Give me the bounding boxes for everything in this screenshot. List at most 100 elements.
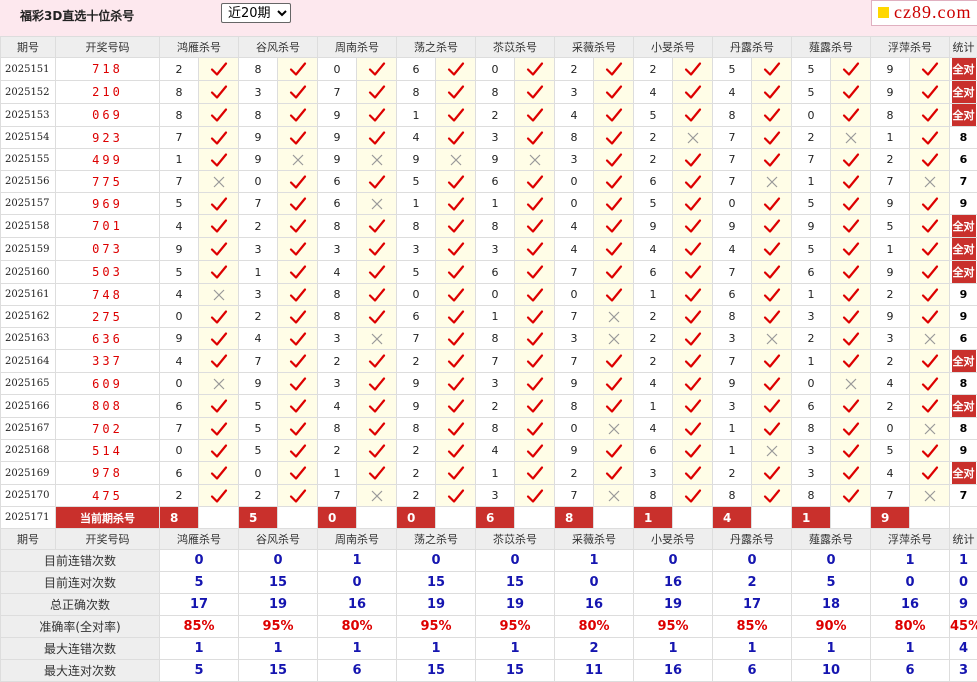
summary-value: 16	[318, 594, 397, 616]
header-expert[interactable]: 谷风杀号	[239, 37, 318, 58]
kill-number: 0	[160, 306, 199, 328]
header-expert[interactable]: 薤露杀号	[792, 529, 871, 550]
kill-number: 3	[634, 462, 673, 485]
header-expert[interactable]: 丹露杀号	[713, 529, 792, 550]
header-expert[interactable]: 周南杀号	[318, 529, 397, 550]
result-mark	[594, 284, 634, 306]
kill-number: 2	[397, 440, 436, 462]
kill-number: 5	[634, 193, 673, 215]
result-mark	[910, 328, 950, 350]
full-correct-badge: 全对	[952, 350, 976, 372]
header-expert[interactable]: 薤露杀号	[792, 37, 871, 58]
check-icon	[357, 130, 396, 146]
draw-numbers: 748	[56, 284, 160, 306]
kill-number: 9	[713, 215, 752, 238]
header-expert[interactable]: 苶苡杀号	[476, 529, 555, 550]
header-expert[interactable]: 荡之杀号	[397, 37, 476, 58]
header-row: 期号开奖号码鸿雁杀号谷风杀号周南杀号荡之杀号苶苡杀号采薇杀号小旻杀号丹露杀号薤露…	[1, 37, 977, 58]
logo-text: cz89.com	[894, 2, 971, 23]
check-icon	[752, 61, 791, 77]
check-icon	[594, 152, 633, 168]
summary-value: 1	[634, 638, 713, 660]
check-icon	[910, 443, 949, 459]
check-icon	[752, 264, 791, 280]
check-icon	[515, 398, 554, 414]
result-mark	[199, 395, 239, 418]
check-icon	[752, 421, 791, 437]
check-icon	[278, 309, 317, 325]
result-mark	[831, 306, 871, 328]
check-icon	[278, 488, 317, 504]
period-cell: 2025170	[1, 485, 56, 507]
result-mark	[436, 149, 476, 171]
header-expert[interactable]: 小旻杀号	[634, 37, 713, 58]
header-expert[interactable]: 周南杀号	[318, 37, 397, 58]
period-select[interactable]: 近20期	[221, 3, 291, 23]
result-mark	[357, 350, 397, 373]
result-mark	[752, 58, 792, 81]
check-icon	[278, 376, 317, 392]
check-icon	[436, 443, 475, 459]
summary-row: 最大连错次数11111211114	[1, 638, 977, 660]
check-icon	[831, 152, 870, 168]
summary-value: 6	[871, 660, 950, 682]
draw-numbers: 069	[56, 104, 160, 127]
check-icon	[594, 443, 633, 459]
header-expert[interactable]: 谷风杀号	[239, 529, 318, 550]
period-cell: 2025152	[1, 81, 56, 104]
header-expert[interactable]: 采薇杀号	[555, 529, 634, 550]
check-icon	[278, 196, 317, 212]
result-mark	[910, 284, 950, 306]
kill-number: 9	[160, 238, 199, 261]
result-mark	[278, 193, 318, 215]
check-icon	[278, 331, 317, 347]
header-expert[interactable]: 丹露杀号	[713, 37, 792, 58]
kill-number: 4	[634, 238, 673, 261]
result-mark	[278, 462, 318, 485]
summary-row: 目前连对次数515015150162500	[1, 572, 977, 594]
header-expert[interactable]: 浮萍杀号	[871, 529, 950, 550]
draw-numbers: 475	[56, 485, 160, 507]
check-icon	[357, 287, 396, 303]
kill-number: 8	[239, 58, 278, 81]
kill-number: 5	[634, 104, 673, 127]
kill-number: 3	[318, 373, 357, 395]
header-expert[interactable]: 采薇杀号	[555, 37, 634, 58]
check-icon	[831, 465, 870, 481]
header-expert[interactable]: 鸿雁杀号	[160, 529, 239, 550]
kill-number: 3	[476, 485, 515, 507]
result-mark	[436, 58, 476, 81]
cross-icon	[357, 331, 396, 347]
kill-number: 6	[397, 58, 436, 81]
site-logo[interactable]: cz89.com	[871, 0, 977, 26]
header-expert[interactable]: 浮萍杀号	[871, 37, 950, 58]
stat-cell: 9	[950, 306, 977, 328]
check-icon	[594, 398, 633, 414]
check-icon	[199, 331, 238, 347]
kill-number: 8	[634, 485, 673, 507]
check-icon	[752, 241, 791, 257]
header-expert[interactable]: 小旻杀号	[634, 529, 713, 550]
result-mark	[910, 261, 950, 284]
kill-number: 2	[397, 462, 436, 485]
result-mark	[436, 328, 476, 350]
check-icon	[752, 107, 791, 123]
kill-number: 2	[239, 485, 278, 507]
summary-value: 15	[239, 572, 318, 594]
summary-value: 16	[634, 572, 713, 594]
result-mark	[199, 127, 239, 149]
header-expert[interactable]: 苶苡杀号	[476, 37, 555, 58]
check-icon	[910, 287, 949, 303]
check-icon	[831, 488, 870, 504]
current-blank	[752, 507, 792, 529]
summary-value: 95%	[239, 616, 318, 638]
kill-number: 9	[239, 149, 278, 171]
stat-cell: 全对	[950, 261, 977, 284]
summary-value: 1	[239, 638, 318, 660]
result-mark	[752, 328, 792, 350]
header-expert[interactable]: 鸿雁杀号	[160, 37, 239, 58]
result-mark	[910, 193, 950, 215]
header-expert[interactable]: 荡之杀号	[397, 529, 476, 550]
current-stat	[950, 507, 977, 529]
check-icon	[752, 196, 791, 212]
